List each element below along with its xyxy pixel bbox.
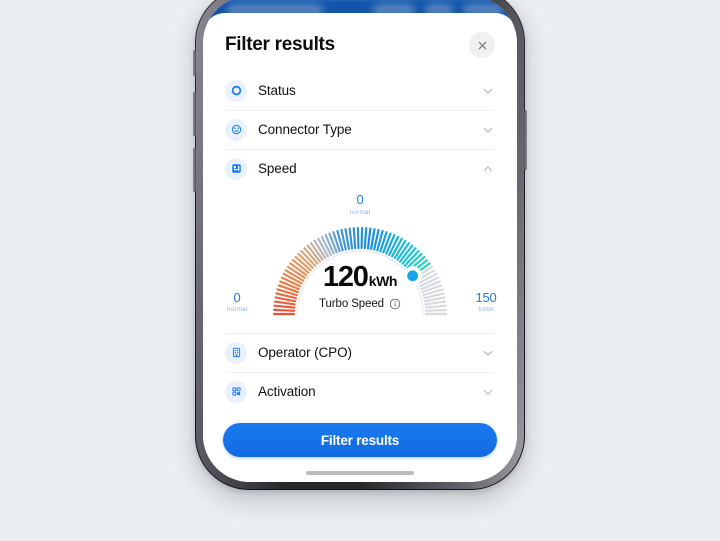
chevron-down-icon[interactable] bbox=[481, 346, 495, 360]
close-icon bbox=[478, 41, 486, 49]
grid-icon bbox=[225, 380, 247, 403]
filter-results-button[interactable]: Filter results bbox=[223, 423, 497, 457]
volume-down-button[interactable] bbox=[193, 148, 196, 192]
silent-switch[interactable] bbox=[193, 50, 196, 76]
gauge-readout: 120 kWh Turbo Speed bbox=[203, 261, 517, 310]
building-icon bbox=[225, 341, 247, 364]
filter-row-label: Activation bbox=[258, 384, 316, 399]
gauge-value-line: 120 kWh bbox=[203, 261, 517, 294]
page-title: Filter results bbox=[225, 34, 335, 55]
filter-row-label: Status bbox=[258, 83, 296, 98]
gauge-widget[interactable]: 0 normal 0 normal 150 turbo 120 kWh Turb… bbox=[203, 186, 517, 334]
info-icon[interactable] bbox=[389, 298, 401, 310]
gauge-top-sublabel: normal bbox=[349, 209, 371, 216]
sidebar-item-connector-type[interactable]: Connector Type bbox=[203, 110, 517, 149]
gauge-value: 120 bbox=[322, 261, 369, 293]
gauge-unit: kWh bbox=[368, 273, 398, 289]
sidebar-item-speed[interactable]: Speed bbox=[203, 149, 517, 188]
chevron-up-icon[interactable] bbox=[481, 162, 495, 176]
row-divider bbox=[225, 333, 495, 334]
speed-gauge-icon bbox=[225, 157, 247, 180]
sheet-header: Filter results bbox=[203, 13, 517, 71]
filter-row-label: Connector Type bbox=[258, 122, 352, 137]
gauge-caption-line: Turbo Speed bbox=[203, 298, 517, 310]
phone-screen: Filter results Status Connector Type Spe… bbox=[203, 0, 517, 482]
chevron-down-icon[interactable] bbox=[481, 385, 495, 399]
phone-device-frame: Filter results Status Connector Type Spe… bbox=[193, 0, 527, 490]
gauge-caption: Turbo Speed bbox=[319, 298, 384, 310]
close-button[interactable] bbox=[469, 32, 495, 58]
sidebar-item-status[interactable]: Status bbox=[203, 71, 517, 110]
sidebar-item-operator[interactable]: Operator (CPO) bbox=[203, 333, 517, 372]
sidebar-item-activation[interactable]: Activation bbox=[203, 372, 517, 411]
speed-gauge-panel: 0 normal 0 normal 150 turbo 120 kWh Turb… bbox=[203, 188, 517, 333]
chevron-down-icon[interactable] bbox=[481, 123, 495, 137]
power-button[interactable] bbox=[524, 110, 527, 170]
chevron-down-icon[interactable] bbox=[481, 84, 495, 98]
volume-up-button[interactable] bbox=[193, 92, 196, 136]
filter-row-label: Speed bbox=[258, 161, 297, 176]
cta-area: Filter results bbox=[203, 412, 517, 482]
home-indicator bbox=[306, 471, 414, 475]
connector-icon bbox=[225, 118, 247, 141]
filter-results-sheet: Filter results Status Connector Type Spe… bbox=[203, 13, 517, 482]
gauge-top-value: 0 bbox=[356, 192, 364, 207]
status-ring-icon bbox=[225, 79, 247, 102]
filter-row-label: Operator (CPO) bbox=[258, 345, 352, 360]
